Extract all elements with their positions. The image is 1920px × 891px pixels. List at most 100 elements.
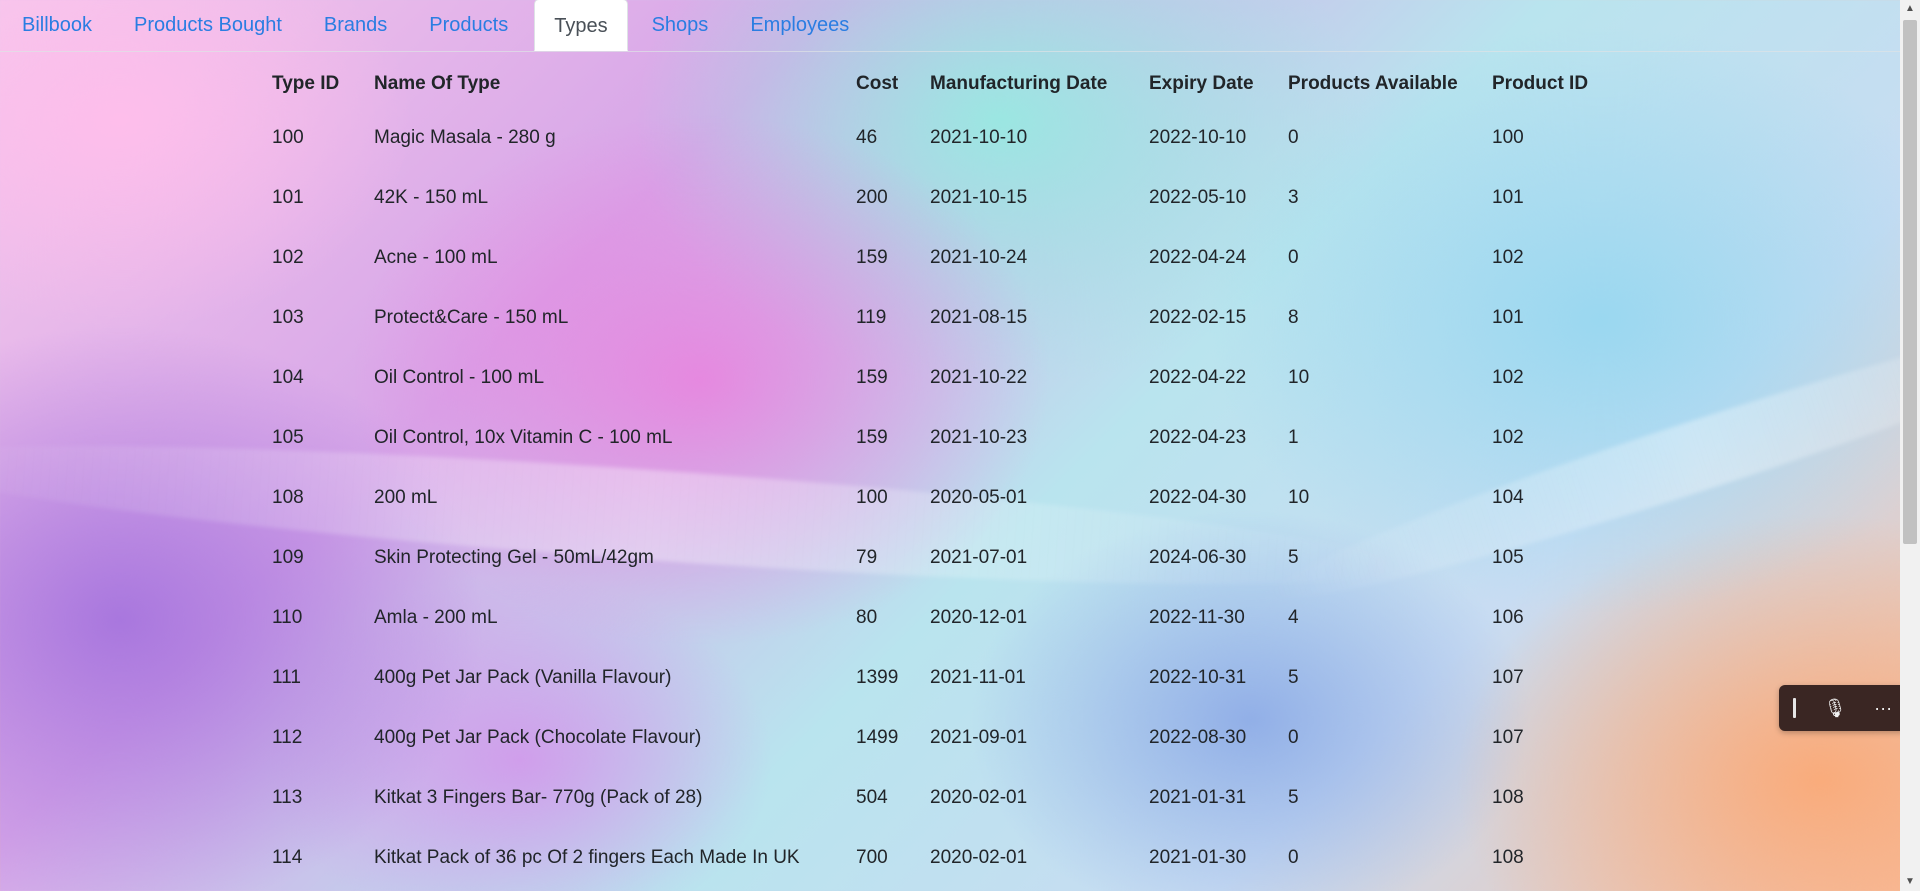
- cell-name-of-type: Magic Masala - 280 g: [374, 127, 556, 148]
- cell-manufacturing-date: 2021-10-10: [930, 127, 1028, 148]
- cell-product-id: 102: [1492, 367, 1524, 388]
- nav-tabs: Billbook Products Bought Brands Products…: [0, 0, 1900, 52]
- tab-brands[interactable]: Brands: [308, 0, 403, 51]
- cell-name-of-type: 200 mL: [374, 487, 438, 508]
- cell-products-available: 0: [1288, 727, 1299, 748]
- scroll-up-arrow-icon[interactable]: ▲: [1900, 0, 1920, 18]
- cell-type-id: 102: [272, 247, 304, 268]
- tab-billbook[interactable]: Billbook: [6, 0, 108, 51]
- cell-expiry-date: 2022-04-22: [1149, 367, 1247, 388]
- table-row: 114 Kitkat Pack of 36 pc Of 2 fingers Eac…: [260, 828, 1614, 888]
- cell-product-id: 101: [1492, 187, 1524, 208]
- cell-products-available: 0: [1288, 847, 1299, 868]
- column-header-type-id: Type ID: [272, 73, 340, 94]
- table-body: 100 Magic Masala - 280 g 46 2021-10-10 2022-…: [260, 108, 1614, 888]
- cell-manufacturing-date: 2021-10-22: [930, 367, 1028, 388]
- cell-type-id: 104: [272, 367, 304, 388]
- cell-expiry-date: 2022-10-31: [1149, 667, 1247, 688]
- tab-products[interactable]: Products: [413, 0, 524, 51]
- cell-manufacturing-date: 2020-02-01: [930, 847, 1028, 868]
- column-header-product-id: Product ID: [1492, 73, 1589, 94]
- cell-products-available: 4: [1288, 607, 1299, 628]
- cell-manufacturing-date: 2021-08-15: [930, 307, 1028, 328]
- column-header-products-available: Products Available: [1288, 73, 1458, 94]
- cell-manufacturing-date: 2021-07-01: [930, 547, 1028, 568]
- cell-cost: 159: [856, 367, 888, 388]
- cell-type-id: 108: [272, 487, 304, 508]
- cell-name-of-type: Skin Protecting Gel - 50mL/42gm: [374, 547, 654, 568]
- cell-expiry-date: 2022-11-30: [1149, 607, 1245, 628]
- table-row: 111 400g Pet Jar Pack (Vanilla Flavour) 13…: [260, 648, 1614, 708]
- cell-product-id: 107: [1492, 727, 1524, 748]
- cell-cost: 79: [856, 547, 878, 568]
- cell-expiry-date: 2021-01-31: [1149, 787, 1247, 808]
- cell-products-available: 0: [1288, 247, 1299, 268]
- cell-expiry-date: 2022-04-24: [1149, 247, 1247, 268]
- cell-name-of-type: 42K - 150 mL: [374, 187, 489, 208]
- cell-product-id: 108: [1492, 847, 1524, 868]
- tab-shops[interactable]: Shops: [636, 0, 725, 51]
- column-header-expiry-date: Expiry Date: [1149, 73, 1254, 94]
- cell-type-id: 100: [272, 127, 304, 148]
- cell-product-id: 102: [1492, 427, 1524, 448]
- cell-products-available: 0: [1288, 127, 1299, 148]
- cell-cost: 504: [856, 787, 888, 808]
- cell-manufacturing-date: 2020-02-01: [930, 787, 1028, 808]
- table-row: 105 Oil Control, 10x Vitamin C - 100 mL 15…: [260, 408, 1614, 468]
- cell-expiry-date: 2022-10-10: [1149, 127, 1247, 148]
- cell-cost: 46: [856, 127, 878, 148]
- table-row: 102 Acne - 100 mL 159 2021-10-24 2022-04-24 0…: [260, 228, 1614, 288]
- table-row: 113 Kitkat 3 Fingers Bar- 770g (Pack of 2…: [260, 768, 1614, 828]
- cell-type-id: 105: [272, 427, 304, 448]
- cell-type-id: 110: [272, 607, 303, 628]
- cell-products-available: 1: [1288, 427, 1299, 448]
- cell-expiry-date: 2022-05-10: [1149, 187, 1247, 208]
- tab-employees[interactable]: Employees: [734, 0, 865, 51]
- tab-types[interactable]: Types: [534, 0, 628, 51]
- cell-name-of-type: Oil Control - 100 mL: [374, 367, 545, 388]
- cell-expiry-date: 2022-02-15: [1149, 307, 1247, 328]
- scrollbar-thumb[interactable]: [1903, 20, 1917, 544]
- cell-products-available: 5: [1288, 667, 1299, 688]
- cell-product-id: 104: [1492, 487, 1524, 508]
- tab-products-bought[interactable]: Products Bought: [118, 0, 298, 51]
- voice-toolbar: 🎙 ···: [1779, 685, 1906, 731]
- cell-manufacturing-date: 2021-10-23: [930, 427, 1028, 448]
- vertical-scrollbar[interactable]: ▲ ▼: [1900, 0, 1920, 891]
- cell-cost: 1499: [856, 727, 899, 748]
- more-options-icon[interactable]: ···: [1874, 698, 1892, 719]
- cell-expiry-date: 2024-06-30: [1149, 547, 1247, 568]
- cell-cost: 80: [856, 607, 878, 628]
- cell-type-id: 103: [272, 307, 304, 328]
- table-header-row: Type ID Name Of Type Cost Manufacturing …: [260, 60, 1614, 108]
- table-row: 108 200 mL 100 2020-05-01 2022-04-30 10 104: [260, 468, 1614, 528]
- cell-manufacturing-date: 2020-12-01: [930, 607, 1028, 628]
- cell-manufacturing-date: 2021-10-15: [930, 187, 1028, 208]
- cell-type-id: 109: [272, 547, 304, 568]
- cell-name-of-type: Acne - 100 mL: [374, 247, 498, 268]
- scroll-down-arrow-icon[interactable]: ▼: [1900, 873, 1920, 891]
- cell-cost: 159: [856, 427, 888, 448]
- cell-cost: 200: [856, 187, 888, 208]
- microphone-icon[interactable]: 🎙: [1824, 698, 1847, 719]
- cell-expiry-date: 2022-04-23: [1149, 427, 1247, 448]
- column-header-name-of-type: Name Of Type: [374, 73, 501, 94]
- cell-name-of-type: 400g Pet Jar Pack (Chocolate Flavour): [374, 727, 702, 748]
- cell-cost: 100: [856, 487, 888, 508]
- cell-name-of-type: Kitkat 3 Fingers Bar- 770g (Pack of 28): [374, 787, 703, 808]
- cell-cost: 159: [856, 247, 888, 268]
- cell-manufacturing-date: 2020-05-01: [930, 487, 1028, 508]
- drag-handle-icon[interactable]: [1792, 698, 1796, 718]
- table-row: 101 42K - 150 mL 200 2021-10-15 2022-05-10 3 1…: [260, 168, 1614, 228]
- cell-products-available: 10: [1288, 487, 1310, 508]
- cell-name-of-type: Kitkat Pack of 36 pc Of 2 fingers Each M…: [374, 847, 800, 868]
- cell-products-available: 3: [1288, 187, 1299, 208]
- table-row: 112 400g Pet Jar Pack (Chocolate Flavour)…: [260, 708, 1614, 768]
- cell-products-available: 5: [1288, 547, 1299, 568]
- cell-type-id: 114: [272, 847, 303, 868]
- cell-product-id: 101: [1492, 307, 1524, 328]
- cell-expiry-date: 2022-04-30: [1149, 487, 1247, 508]
- cell-product-id: 108: [1492, 787, 1524, 808]
- column-header-cost: Cost: [856, 73, 899, 94]
- cell-type-id: 112: [272, 727, 303, 748]
